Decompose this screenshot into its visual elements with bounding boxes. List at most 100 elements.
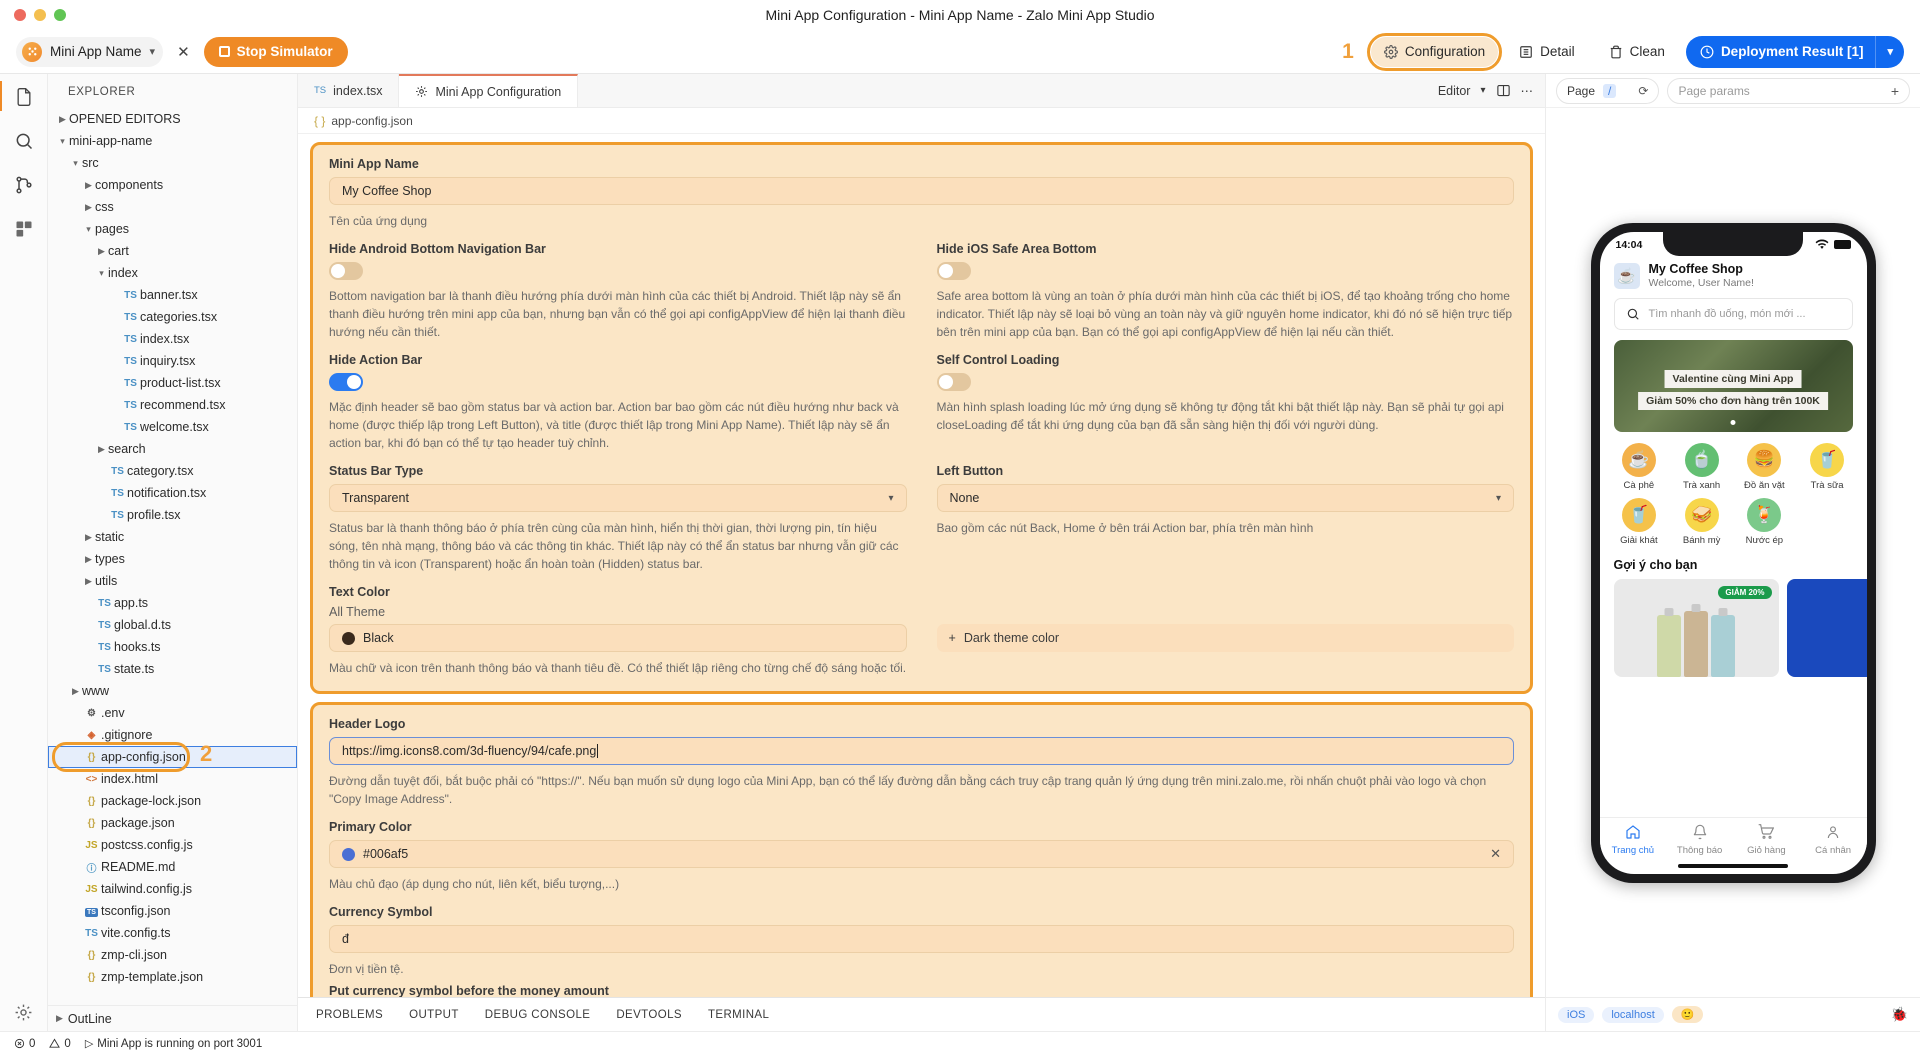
hide-action-bar-toggle[interactable] [329, 373, 363, 391]
activity-search-icon[interactable] [11, 128, 37, 154]
detail-button[interactable]: Detail [1506, 37, 1588, 67]
tree-file-row[interactable]: TScategories.tsx [48, 306, 297, 328]
simulator-selector[interactable]: Mini App Name ▾ [16, 37, 163, 67]
tree-folder-row[interactable]: ▶search [48, 438, 297, 460]
simulator-chip-localhost[interactable]: localhost [1602, 1007, 1663, 1023]
chevron-down-icon[interactable]: ▾ [150, 45, 156, 58]
tree-file-row[interactable]: TSprofile.tsx [48, 504, 297, 526]
phone-category-item[interactable]: 🥪Bánh mỳ [1670, 498, 1733, 546]
tree-folder-row[interactable]: ▶cart [48, 240, 297, 262]
phone-category-item[interactable]: 🍹Nước ép [1733, 498, 1796, 546]
tree-file-row[interactable]: TSstate.ts [48, 658, 297, 680]
page-params-box[interactable]: Page params + [1667, 78, 1910, 104]
tree-file-row[interactable]: ◈.gitignore [48, 724, 297, 746]
simulator-chip-ios[interactable]: iOS [1558, 1007, 1594, 1023]
deployment-result-button[interactable]: Deployment Result [1] ▾ [1686, 36, 1904, 68]
close-window-button[interactable] [14, 9, 26, 21]
configuration-form-scroll[interactable]: Mini App Name My Coffee Shop Tên của ứng… [298, 134, 1545, 997]
file-tree[interactable]: ▶ OPENED EDITORS ▾mini-app-name▾src▶comp… [48, 108, 297, 1005]
phone-product-cards[interactable]: GIẢM 20% [1600, 579, 1867, 677]
tree-folder-row[interactable]: ▾mini-app-name [48, 130, 297, 152]
phone-category-item[interactable]: 🥤Giải khát [1608, 498, 1671, 546]
tree-file-row[interactable]: TSproduct-list.tsx [48, 372, 297, 394]
phone-category-item[interactable]: 🍔Đồ ăn vặt [1733, 443, 1796, 491]
tree-folder-row[interactable]: ▶css [48, 196, 297, 218]
tree-file-row[interactable]: ⚙.env [48, 702, 297, 724]
opened-editors-row[interactable]: ▶ OPENED EDITORS [48, 108, 297, 130]
tree-file-row[interactable]: {}app-config.json [48, 746, 297, 768]
tree-folder-row[interactable]: ▶types [48, 548, 297, 570]
add-dark-theme-color-button[interactable]: + Dark theme color [937, 624, 1515, 652]
tree-file-row[interactable]: TScategory.tsx [48, 460, 297, 482]
phone-screen[interactable]: 14:04 ☕ [1600, 232, 1867, 874]
phone-bottom-nav[interactable]: Trang chủThông báoGiỏ hàngCá nhân [1600, 817, 1867, 859]
mini-app-name-input[interactable]: My Coffee Shop [329, 177, 1514, 205]
tree-folder-row[interactable]: ▶static [48, 526, 297, 548]
refresh-icon[interactable]: ⟳ [1638, 84, 1648, 98]
text-color-input[interactable]: Black [329, 624, 907, 652]
phone-banner[interactable]: Valentine cùng Mini App Giảm 50% cho đơn… [1614, 340, 1853, 432]
panel-tab-terminal[interactable]: TERMINAL [708, 1009, 769, 1021]
self-control-loading-toggle[interactable] [937, 373, 971, 391]
tree-file-row[interactable]: TSindex.tsx [48, 328, 297, 350]
left-button-select[interactable]: None ▾ [937, 484, 1515, 512]
activity-extensions-icon[interactable] [11, 216, 37, 242]
panel-tab-problems[interactable]: PROBLEMS [316, 1009, 383, 1021]
activity-source-control-icon[interactable] [11, 172, 37, 198]
tree-file-row[interactable]: TShooks.ts [48, 636, 297, 658]
chevron-down-icon[interactable]: ▾ [1876, 45, 1904, 58]
tree-file-row[interactable]: ⓘREADME.md [48, 856, 297, 878]
tree-folder-row[interactable]: ▶components [48, 174, 297, 196]
tab-mini-app-configuration[interactable]: Mini App Configuration [399, 74, 578, 107]
tree-file-row[interactable]: TSapp.ts [48, 592, 297, 614]
hide-ios-safe-area-toggle[interactable] [937, 262, 971, 280]
panel-tab-debug-console[interactable]: DEBUG CONSOLE [485, 1009, 591, 1021]
tree-file-row[interactable]: JSpostcss.config.js [48, 834, 297, 856]
warnings-indicator[interactable]: 0 [49, 1038, 70, 1050]
activity-explorer-icon[interactable] [11, 84, 37, 110]
emoji-icon[interactable]: 🙂 [1672, 1006, 1704, 1023]
window-controls[interactable] [0, 9, 66, 21]
tree-file-row[interactable]: TSrecommend.tsx [48, 394, 297, 416]
tree-file-row[interactable]: TSvite.config.ts [48, 922, 297, 944]
tree-file-row[interactable]: {}zmp-cli.json [48, 944, 297, 966]
clean-button[interactable]: Clean [1596, 37, 1678, 67]
tree-file-row[interactable]: JStailwind.config.js [48, 878, 297, 900]
bottom-panel-tabs[interactable]: PROBLEMS OUTPUT DEBUG CONSOLE DEVTOOLS TERMI… [298, 997, 1545, 1031]
hide-android-nav-toggle[interactable] [329, 262, 363, 280]
currency-symbol-input[interactable]: đ [329, 925, 1514, 953]
tree-folder-row[interactable]: ▾index [48, 262, 297, 284]
phone-category-item[interactable]: ☕Cà phê [1608, 443, 1671, 491]
phone-nav-item[interactable]: Cá nhân [1800, 824, 1867, 856]
plus-icon[interactable]: + [1891, 83, 1899, 99]
editor-mode-label[interactable]: Editor [1438, 84, 1471, 98]
minimize-window-button[interactable] [34, 9, 46, 21]
tree-file-row[interactable]: TSbanner.tsx [48, 284, 297, 306]
phone-product-card[interactable]: GIẢM 20% [1614, 579, 1779, 677]
phone-nav-item[interactable]: Giỏ hàng [1733, 824, 1800, 856]
phone-categories-grid[interactable]: ☕Cà phê🍵Trà xanh🍔Đồ ăn vặt🥤Trà sữa🥤Giải … [1600, 432, 1867, 552]
panel-tab-devtools[interactable]: DEVTOOLS [616, 1009, 682, 1021]
clear-primary-color-icon[interactable]: ✕ [1490, 846, 1501, 862]
tree-file-row[interactable]: TSinquiry.tsx [48, 350, 297, 372]
tree-file-row[interactable]: {}package-lock.json [48, 790, 297, 812]
tree-file-row[interactable]: <>index.html [48, 768, 297, 790]
tree-file-row[interactable]: {}package.json [48, 812, 297, 834]
page-route-box[interactable]: Page / ⟳ [1556, 78, 1659, 104]
close-simulator-icon[interactable]: ✕ [171, 43, 196, 61]
bug-icon[interactable]: 🐞 [1891, 1006, 1908, 1023]
breadcrumb[interactable]: { } app-config.json [298, 108, 1545, 134]
tree-folder-row[interactable]: ▾src [48, 152, 297, 174]
phone-search-input[interactable]: Tìm nhanh đồ uống, món mới ... [1614, 298, 1853, 330]
phone-category-item[interactable]: 🥤Trà sữa [1796, 443, 1859, 491]
tree-file-row[interactable]: TSglobal.d.ts [48, 614, 297, 636]
phone-nav-item[interactable]: Trang chủ [1600, 824, 1667, 856]
primary-color-input[interactable]: #006af5 ✕ [329, 840, 1514, 868]
tree-file-row[interactable]: TSwelcome.tsx [48, 416, 297, 438]
tree-file-row[interactable]: TSnotification.tsx [48, 482, 297, 504]
tree-folder-row[interactable]: ▶utils [48, 570, 297, 592]
chevron-down-icon[interactable]: ▾ [1480, 85, 1485, 96]
stop-simulator-button[interactable]: Stop Simulator [204, 37, 348, 67]
phone-product-card[interactable] [1787, 579, 1867, 677]
panel-tab-output[interactable]: OUTPUT [409, 1009, 459, 1021]
